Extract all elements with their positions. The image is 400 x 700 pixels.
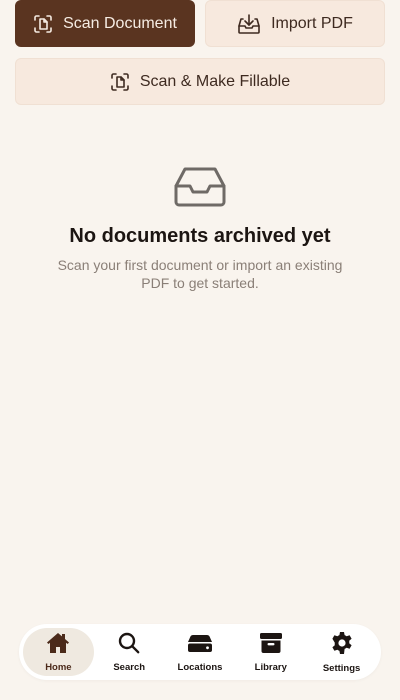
- drive-icon: [187, 632, 213, 659]
- home-screen: Scan Document Import PDF Scan & Make Fil…: [0, 0, 400, 700]
- scan-make-fillable-button[interactable]: Scan & Make Fillable: [15, 58, 385, 105]
- import-pdf-button[interactable]: Import PDF: [205, 0, 385, 47]
- home-icon: [46, 632, 70, 659]
- scan-make-fillable-label: Scan & Make Fillable: [139, 72, 291, 90]
- empty-state: No documents archived yet Scan your firs…: [0, 166, 400, 292]
- inbox-tray-icon: [173, 166, 227, 213]
- empty-state-title: No documents archived yet: [69, 225, 331, 247]
- bottom-tab-bar: Home Search Locations Library Settings: [19, 624, 381, 680]
- gear-icon: [330, 631, 354, 660]
- tab-search[interactable]: Search: [94, 628, 165, 676]
- tab-library[interactable]: Library: [235, 628, 306, 676]
- tray-download-icon: [237, 13, 261, 35]
- scan-document-label: Scan Document: [63, 14, 177, 32]
- empty-state-subtitle: Scan your first document or import an ex…: [57, 257, 343, 291]
- tab-library-label: Library: [254, 661, 287, 673]
- tab-locations-label: Locations: [177, 661, 223, 673]
- search-icon: [117, 632, 141, 659]
- scan-document-button[interactable]: Scan Document: [15, 0, 195, 47]
- tab-search-label: Search: [113, 661, 146, 673]
- document-scanner-icon: [110, 72, 130, 92]
- archive-box-icon: [259, 632, 283, 659]
- tab-settings[interactable]: Settings: [306, 628, 377, 676]
- tab-locations[interactable]: Locations: [165, 628, 236, 676]
- tab-home-label: Home: [45, 661, 72, 673]
- tab-home[interactable]: Home: [23, 628, 94, 676]
- import-pdf-label: Import PDF: [271, 14, 353, 32]
- tab-settings-label: Settings: [322, 662, 361, 674]
- document-scanner-icon: [33, 14, 53, 34]
